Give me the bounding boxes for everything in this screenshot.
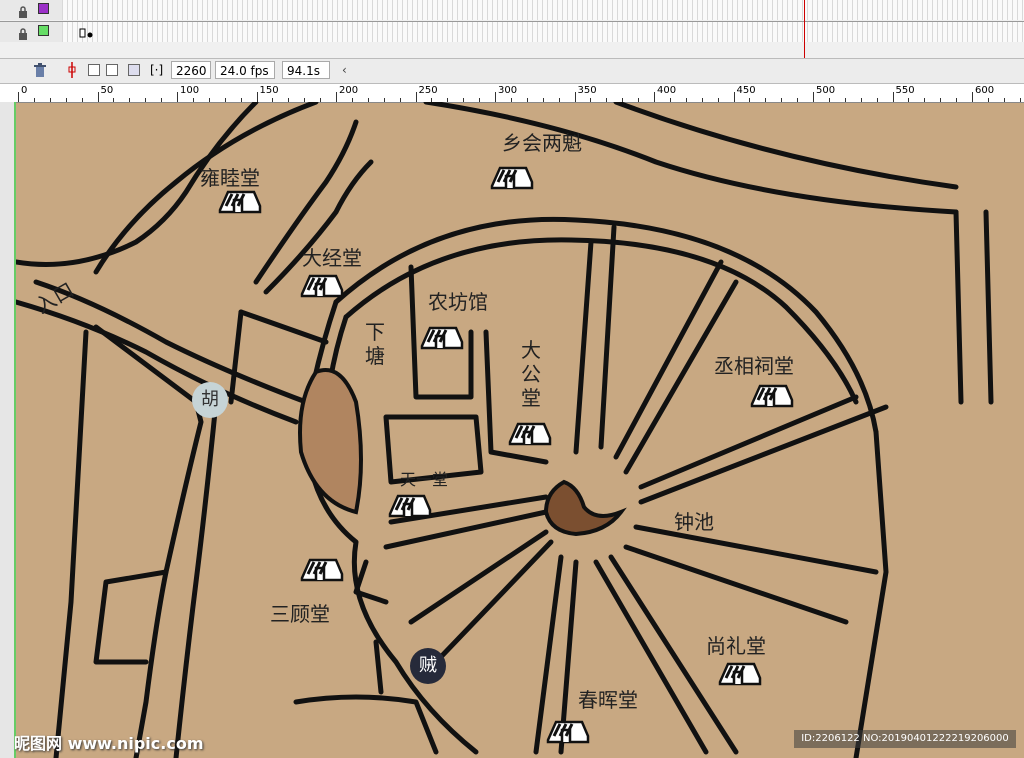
marker-hu[interactable]: 胡 [192, 382, 228, 418]
layer-row-2[interactable] [0, 21, 1024, 42]
ruler-label: 450 [736, 85, 756, 96]
horizontal-ruler: 0 50 100 150 200 250 300 350 400 450 500 550 600 [0, 84, 1024, 103]
ruler-label: 0 [21, 85, 28, 96]
ruler-label: 500 [816, 85, 836, 96]
label-nongfangguan: 农坊馆 [428, 290, 488, 314]
lock-icon[interactable] [18, 3, 28, 18]
layer-controls [0, 0, 63, 20]
label-dajingtang: 大经堂 [302, 246, 362, 270]
label-chunhuitang: 春晖堂 [578, 688, 638, 712]
layer-color-swatch[interactable] [38, 3, 49, 14]
label-shanglitang: 尚礼堂 [706, 634, 766, 658]
ruler-label: 550 [895, 85, 915, 96]
label-xianghuiliangkui: 乡会两魁 [502, 131, 582, 155]
ruler-tick [972, 92, 973, 102]
lock-icon[interactable] [18, 25, 28, 40]
ruler-tick [415, 92, 417, 102]
layer-controls [0, 22, 63, 42]
label-zhongchi: 钟池 [674, 510, 714, 534]
edit-multiple-frames-icon[interactable] [128, 64, 140, 76]
timeline-panel: [·] 2260 24.0 fps 94.1s ‹ [0, 0, 1024, 84]
onion-skin-icon[interactable] [88, 64, 100, 76]
ruler-tick [18, 92, 19, 102]
ruler-label: 600 [975, 85, 995, 96]
ruler-tick [733, 92, 735, 102]
label-sangutang: 三顾堂 [270, 602, 330, 626]
ruler-tick [256, 92, 258, 102]
ruler-label: 50 [100, 85, 114, 96]
label-chengxiangcitang: 丞相祠堂 [714, 354, 794, 378]
map-stage: 入口 胡 雍睦堂 大经堂 乡会两魁 农坊馆 下塘 大公堂 丞相祠堂 天一堂 钟池… [16, 102, 1024, 758]
timeline-footer: [·] 2260 24.0 fps 94.1s ‹ [0, 58, 1024, 84]
ruler-tick [813, 92, 814, 102]
playhead[interactable] [804, 0, 805, 60]
frame-track[interactable] [62, 22, 1024, 42]
layer-color-swatch[interactable] [38, 25, 49, 36]
scroll-left-icon[interactable]: ‹ [342, 63, 347, 77]
elapsed-time-field: 94.1s [282, 61, 330, 79]
ruler-tick [336, 92, 337, 102]
ruler-tick [495, 92, 496, 102]
center-frame-icon[interactable] [68, 62, 76, 82]
watermark-right: ID:2206122 NO:20190401222219206000 [794, 730, 1016, 748]
ruler-label: 100 [180, 85, 200, 96]
map-roads [16, 102, 994, 758]
ruler-label: 250 [418, 85, 438, 96]
frame-track[interactable] [62, 0, 1024, 20]
keyframe-icon [79, 28, 93, 38]
ruler-label: 350 [577, 85, 597, 96]
label-dagongtang: 大公堂 [521, 338, 541, 410]
trash-icon[interactable] [33, 63, 47, 82]
current-frame-field: 2260 [171, 61, 211, 79]
watermark-left: 昵图网 www.nipic.com [14, 734, 204, 753]
frame-rate-field[interactable]: 24.0 fps [215, 61, 275, 79]
label-xiatang: 下塘 [365, 320, 385, 368]
ruler-tick [97, 92, 99, 102]
ruler-label: 300 [498, 85, 518, 96]
label-yongmutang: 雍睦堂 [200, 166, 260, 190]
marker-zei[interactable]: 贼 [410, 648, 446, 684]
ruler-label: 400 [657, 85, 677, 96]
ruler-tick [574, 92, 576, 102]
vertical-ruler [0, 102, 16, 758]
ruler-tick [177, 92, 178, 102]
layer-row-1[interactable] [0, 0, 1024, 20]
ruler-tick [654, 92, 655, 102]
ruler-tick [892, 92, 894, 102]
onion-outline-icon[interactable] [106, 64, 118, 76]
label-tianyitang: 天一堂 [400, 470, 449, 489]
ruler-label: 150 [259, 85, 279, 96]
ruler-label: 200 [339, 85, 359, 96]
modify-markers-icon[interactable]: [·] [150, 63, 163, 77]
